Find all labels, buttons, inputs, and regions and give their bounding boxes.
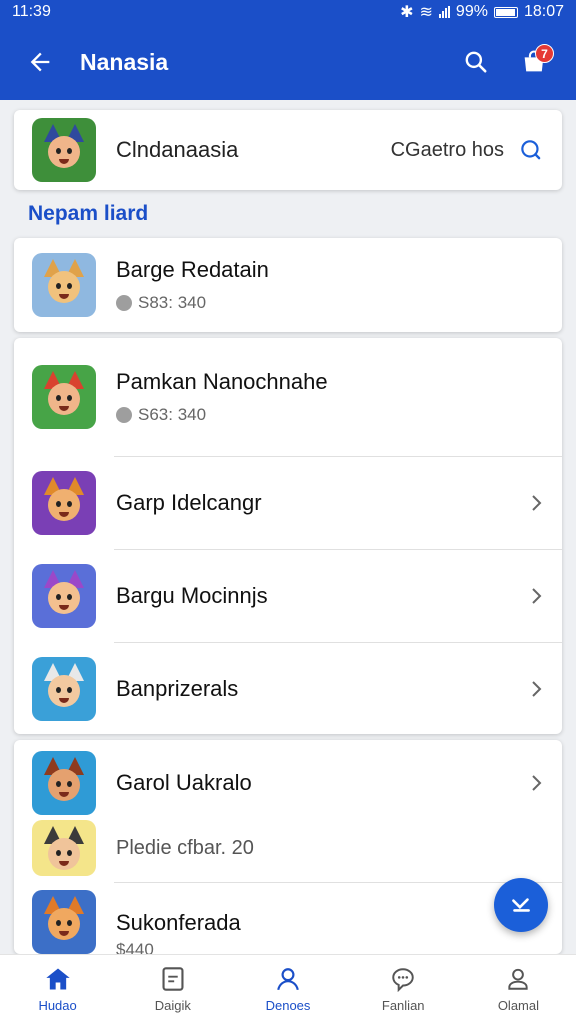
list-item[interactable]: Banprizerals	[14, 643, 562, 734]
chevron-right-icon	[514, 773, 544, 793]
section-label: Nepam liard	[28, 202, 149, 225]
item-name: Garol Uakralo	[116, 770, 252, 795]
item-avatar	[32, 820, 96, 876]
item-avatar	[32, 564, 96, 628]
nav-label: Fanlian	[381, 998, 425, 1013]
nav-item-home[interactable]: Hudao	[0, 955, 115, 1024]
nav-label: Olamal	[497, 998, 539, 1013]
chevron-right-icon	[514, 493, 544, 513]
item-avatar	[32, 365, 96, 429]
nav-item-profile[interactable]: Olamal	[461, 955, 576, 1024]
list-item[interactable]: Pamkan Nanochnahe S63: 340	[14, 338, 562, 456]
item-avatar	[32, 471, 96, 535]
coin-icon	[116, 295, 132, 311]
search-card-avatar	[32, 118, 96, 182]
page-title: Nanasia	[80, 48, 169, 75]
list-item[interactable]: Barge Redatain S83: 340	[14, 238, 562, 332]
back-button[interactable]	[0, 24, 80, 100]
battery-icon	[493, 6, 518, 18]
nav-label: Daigik	[154, 998, 191, 1013]
signal-icon	[438, 6, 450, 18]
search-card-name: Clndanaasia	[116, 137, 239, 162]
chevron-right-icon	[514, 586, 544, 606]
nav-label: Hudao	[38, 998, 77, 1013]
item-avatar	[32, 890, 96, 954]
bottom-nav: Hudao Daigik Denoes Fanlian Olamal	[0, 954, 576, 1024]
status-clock: 18:07	[523, 3, 564, 20]
wifi-icon: ≋	[419, 4, 433, 21]
app-bar: Nanasia 7	[0, 24, 576, 100]
item-name: Bargu Mocinnjs	[116, 583, 268, 608]
item-avatar	[32, 751, 96, 815]
nav-item-people[interactable]: Denoes	[230, 955, 345, 1024]
list-item[interactable]: Pledie cfbar. 20	[14, 816, 562, 880]
item-price: S83: 340	[116, 293, 544, 313]
battery-level: 99%	[455, 3, 488, 20]
search-button[interactable]	[456, 42, 496, 82]
item-name: Sukonferada	[116, 910, 241, 935]
status-bar: 11:39 ✱ ≋ 99% 18:07	[0, 0, 576, 24]
list-item[interactable]: Garp Idelcangr	[14, 457, 562, 549]
chat-icon	[392, 968, 414, 992]
item-price: $440	[116, 940, 154, 954]
list-card: Barge Redatain S83: 340	[14, 238, 562, 332]
item-name: Barge Redatain	[116, 257, 269, 282]
nav-label: Denoes	[265, 998, 311, 1013]
arrow-left-icon	[30, 52, 50, 72]
list-card: Pamkan Nanochnahe S63: 340 Garp Idelcang…	[14, 338, 562, 734]
search-card[interactable]: Clndanaasia CGaetro hos	[14, 110, 562, 190]
coin-icon	[116, 407, 132, 423]
notification-badge: 7	[535, 44, 554, 63]
send-icon	[512, 898, 530, 912]
search-icon	[465, 51, 487, 73]
list-item[interactable]: Garol Uakralo	[14, 744, 562, 822]
list-item[interactable]: Sukonferada $440	[14, 890, 562, 954]
person-icon	[277, 968, 299, 991]
item-avatar	[32, 253, 96, 317]
item-name: Pamkan Nanochnahe	[116, 369, 328, 394]
status-icons: ✱ ≋ 99% 18:07	[400, 2, 564, 22]
search-card-hint: CGaetro hos	[390, 138, 504, 161]
notifications-button[interactable]: 7	[514, 42, 554, 82]
status-time: 11:39	[12, 3, 51, 20]
item-subtitle: Pledie cfbar. 20	[116, 836, 254, 859]
divider	[114, 882, 562, 883]
search-icon[interactable]	[518, 137, 544, 163]
item-price: S63: 340	[116, 405, 544, 425]
list-card: Garol Uakralo Pledie cfbar. 20 Sukonfera…	[14, 740, 562, 954]
profile-icon	[508, 968, 529, 990]
nav-item-chat[interactable]: Fanlian	[346, 955, 461, 1024]
bluetooth-icon: ✱	[400, 4, 414, 21]
item-name: Banprizerals	[116, 675, 239, 701]
home-icon	[45, 968, 70, 990]
item-avatar	[32, 656, 96, 721]
item-name: Garp Idelcangr	[116, 490, 262, 515]
compose-fab[interactable]	[494, 878, 548, 932]
list-item[interactable]: Bargu Mocinnjs	[14, 550, 562, 642]
document-icon	[162, 967, 184, 991]
chevron-right-icon	[514, 679, 544, 699]
nav-item-documents[interactable]: Daigik	[115, 955, 230, 1024]
